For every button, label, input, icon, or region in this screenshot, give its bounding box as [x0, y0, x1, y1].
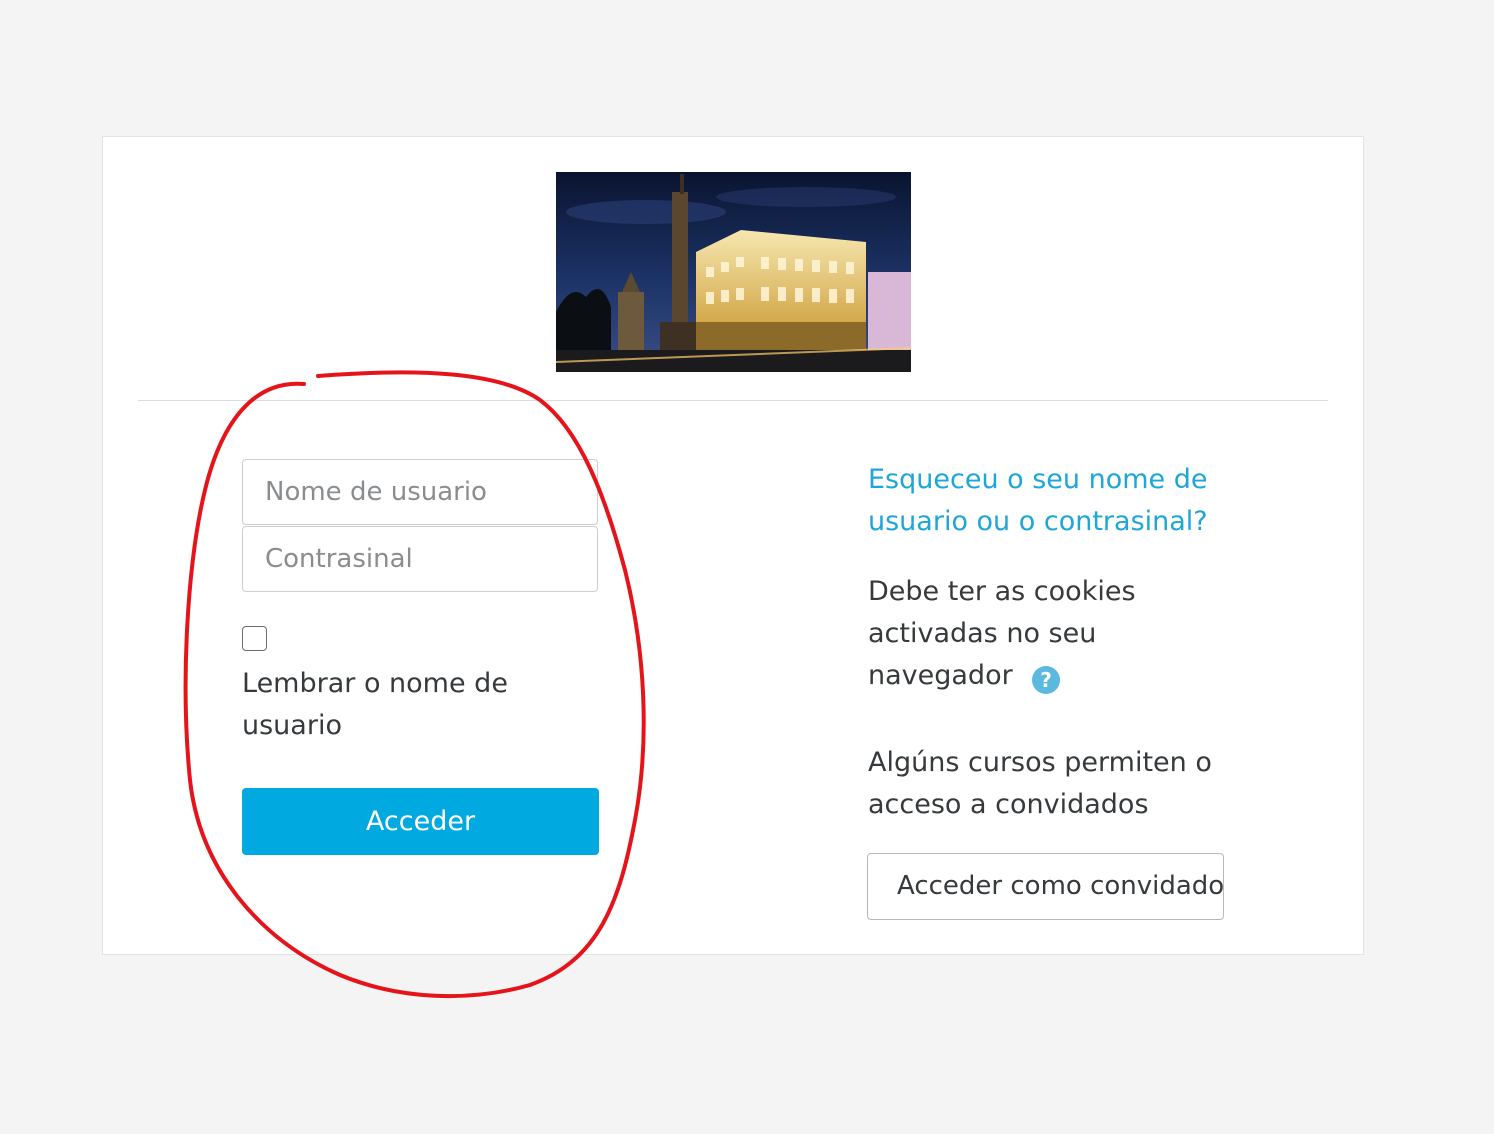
- site-logo-image: [556, 172, 911, 372]
- guest-access-notice: Algúns cursos permiten o acceso a convid…: [868, 747, 1212, 820]
- guest-login-button[interactable]: Acceder como convidado: [867, 853, 1224, 920]
- header-divider: [138, 400, 1328, 401]
- remember-username-checkbox[interactable]: [242, 626, 267, 651]
- remember-username-label[interactable]: Lembrar o nome de usuario: [242, 663, 602, 747]
- forgot-password-link[interactable]: Esqueceu o seu nome de usuario ou o cont…: [868, 459, 1228, 543]
- cookies-notice: Debe ter as cookies activadas no seu nav…: [868, 576, 1136, 691]
- question-circle-icon[interactable]: ?: [1032, 666, 1060, 694]
- username-input[interactable]: [242, 459, 598, 525]
- password-input[interactable]: [242, 526, 598, 592]
- login-button[interactable]: Acceder: [242, 788, 599, 855]
